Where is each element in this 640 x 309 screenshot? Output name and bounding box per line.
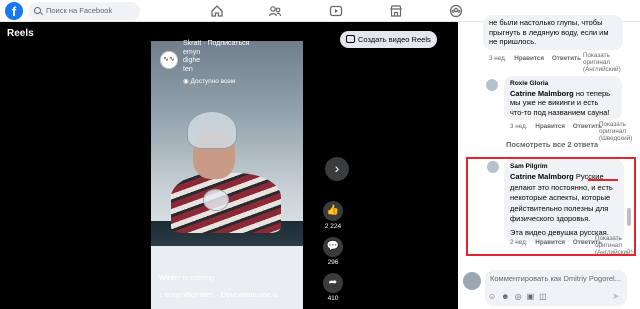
- home-icon[interactable]: [210, 4, 224, 18]
- next-reel-button[interactable]: ›: [325, 157, 349, 181]
- thumbs-up-icon[interactable]: 👍: [323, 201, 343, 221]
- comment-2-reply[interactable]: Ответить: [573, 123, 602, 130]
- comment-count: 296: [327, 259, 339, 266]
- comment-1-meta: 3 нед. Нравится Ответить: [489, 55, 587, 63]
- avatar-sticker-icon[interactable]: ☺: [488, 292, 501, 301]
- comment-2-text-2: мы уже не викинги и есть: [510, 98, 599, 107]
- gif-icon[interactable]: ▣: [527, 292, 540, 301]
- search-placeholder: Поиск на Facebook: [46, 6, 113, 15]
- reel-author-line-2: emyn: [183, 48, 201, 56]
- comment-1-text-1: не были настолько глупы, чтобы: [489, 18, 603, 27]
- share-action[interactable]: ➦ 410: [322, 273, 344, 302]
- reel-audio[interactable]: ♪ ennyndigheten · Оригинальное а: [159, 290, 304, 299]
- reel-author-avatar[interactable]: [160, 51, 178, 69]
- comment-2-author[interactable]: Roxie Gloria: [510, 79, 616, 89]
- comment-1-text-3: не пришлось.: [489, 37, 537, 46]
- highlight-box: [466, 157, 636, 256]
- facebook-logo[interactable]: f: [5, 2, 23, 20]
- chevron-right-icon: ›: [334, 160, 340, 176]
- sticker-icon[interactable]: ◫: [539, 292, 552, 301]
- search-input[interactable]: Поиск на Facebook: [28, 2, 140, 20]
- avatar[interactable]: [486, 79, 498, 91]
- comment-1-text-2: прыгнуть в ледяную воду, если им: [489, 27, 609, 37]
- share-count: 410: [327, 295, 339, 302]
- groups-icon[interactable]: [449, 4, 463, 18]
- comment-2-mention[interactable]: Catrine Malmborg: [510, 89, 574, 98]
- comment-2-like[interactable]: Нравится: [535, 123, 565, 130]
- comment-1-time[interactable]: 3 нед.: [489, 55, 507, 62]
- highlight-underline: [588, 179, 618, 181]
- reel-visibility: ◉ Доступно всем: [183, 78, 236, 85]
- friends-icon[interactable]: [268, 4, 282, 18]
- reel-caption: Winter is coming: [159, 273, 215, 282]
- comments-scrollbar[interactable]: [627, 208, 631, 226]
- comment-2-time[interactable]: 3 нед.: [510, 123, 528, 130]
- comment-1-like[interactable]: Нравится: [514, 55, 544, 62]
- comment-1-show-original[interactable]: Показать оригинал (Английский): [583, 52, 633, 73]
- comment-2-text-1: но теперь: [575, 88, 611, 98]
- comment-input[interactable]: Комментировать как Dmitriy Pogorel...: [490, 274, 624, 283]
- emoji-icon[interactable]: ☻: [501, 292, 514, 301]
- comment-2-show-original[interactable]: Показать оригинал (Шведский): [599, 121, 637, 142]
- comment-bubble-1: не были настолько глупы, чтобы прыгнуть …: [483, 15, 623, 50]
- reel-author-line-1[interactable]: Skratt · Подписаться: [183, 40, 283, 49]
- reel-author-line-4: ten: [183, 65, 193, 73]
- video-swim-cap: [187, 111, 237, 149]
- view-replies-link[interactable]: Посмотреть все 2 ответа: [506, 140, 598, 149]
- comment-action[interactable]: 💬 296: [322, 237, 344, 266]
- create-reel-label: Создать видео Reels: [358, 35, 431, 44]
- watch-icon[interactable]: [329, 4, 343, 18]
- video-bottle: [203, 189, 229, 211]
- comment-1-reply[interactable]: Ответить: [552, 55, 581, 62]
- composer-tools: ☺☻◎▣◫: [488, 292, 618, 301]
- share-icon[interactable]: ➦: [323, 273, 343, 293]
- comment-icon[interactable]: 💬: [323, 237, 343, 257]
- send-icon[interactable]: ➤: [612, 291, 620, 302]
- create-reel-icon: [346, 35, 355, 43]
- comment-2-text-3: что-то под названием сауна!: [510, 107, 610, 117]
- comment-2-meta: 3 нед. Нравится Ответить: [510, 123, 608, 131]
- comment-bubble-2: Roxie Gloria Catrine Malmborg но теперь …: [504, 76, 622, 120]
- camera-icon[interactable]: ◎: [515, 292, 527, 301]
- reel-author-line-3: dighe: [183, 57, 201, 64]
- like-action[interactable]: 👍 2 224: [322, 201, 344, 230]
- like-count: 2 224: [324, 223, 342, 230]
- create-reel-button[interactable]: Создать видео Reels: [340, 31, 437, 48]
- avatar[interactable]: [463, 272, 481, 290]
- marketplace-icon[interactable]: [389, 4, 403, 18]
- reels-title: Reels: [7, 28, 34, 39]
- reel-author[interactable]: Skratt · Подписаться emyn dighe ten: [183, 40, 283, 74]
- search-icon: [34, 7, 41, 14]
